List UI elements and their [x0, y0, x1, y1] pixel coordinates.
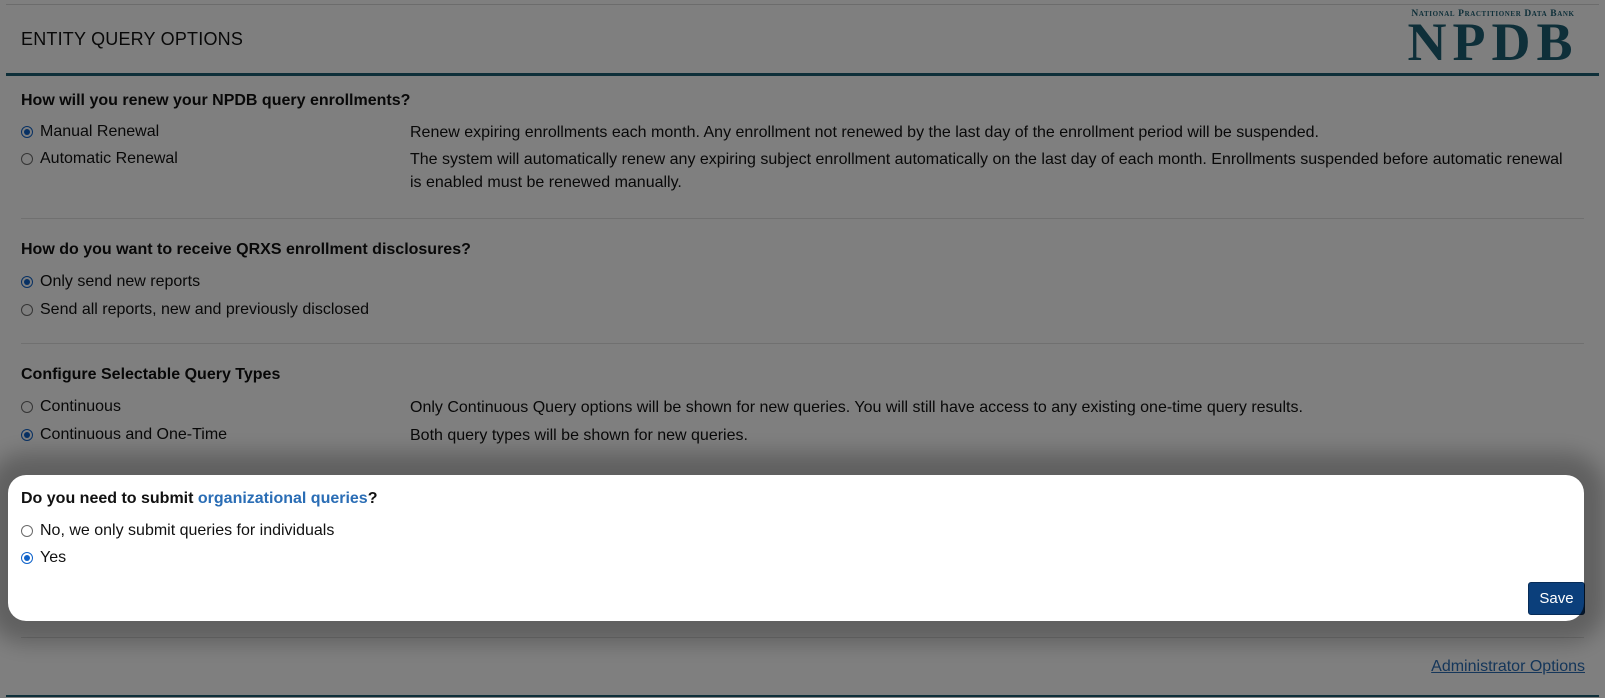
- org-queries-question-prefix: Do you need to submit: [21, 490, 198, 507]
- org-queries-section: Do you need to submit organizational que…: [21, 489, 1584, 579]
- manual-renewal-label: Manual Renewal: [40, 123, 160, 140]
- continuous-radio[interactable]: [21, 401, 33, 413]
- automatic-renewal-description: The system will automatically renew any …: [410, 151, 1563, 191]
- renewal-section: How will you renew your NPDB query enrol…: [21, 91, 1584, 191]
- only-new-reports-label: Only send new reports: [40, 273, 201, 290]
- organizational-queries-link[interactable]: organizational queries: [198, 490, 368, 507]
- query-types-question: Configure Selectable Query Types: [21, 366, 281, 383]
- logo-wordmark: NPDB: [1407, 12, 1579, 72]
- individuals-only-radio[interactable]: [21, 525, 33, 537]
- manual-renewal-radio[interactable]: [21, 126, 33, 138]
- org-queries-question-suffix: ?: [367, 490, 378, 507]
- individuals-only-label: No, we only submit queries for individua…: [40, 522, 335, 539]
- all-reports-radio[interactable]: [21, 304, 33, 316]
- continuous-description: Only Continuous Query options will be sh…: [410, 399, 1303, 416]
- yes-option[interactable]: Yes: [21, 547, 66, 569]
- org-queries-question: Do you need to submit organizational que…: [21, 489, 1584, 509]
- continuous-option[interactable]: Continuous: [21, 396, 121, 418]
- entity-query-options-page: ENTITY QUERY OPTIONS National Practition…: [0, 0, 1605, 698]
- manual-renewal-option[interactable]: Manual Renewal: [21, 121, 159, 143]
- yes-label: Yes: [40, 549, 67, 566]
- disclosures-question: How do you want to receive QRXS enrollme…: [21, 241, 471, 258]
- automatic-renewal-option[interactable]: Automatic Renewal: [21, 148, 178, 170]
- section-divider: [21, 343, 1584, 344]
- page-header: ENTITY QUERY OPTIONS National Practition…: [6, 5, 1599, 76]
- query-types-section: Configure Selectable Query Types Continu…: [21, 365, 1584, 445]
- disclosures-section: How do you want to receive QRXS enrollme…: [21, 240, 1584, 320]
- save-button[interactable]: Save: [1528, 582, 1585, 615]
- continuous-one-time-description: Both query types will be shown for new q…: [410, 427, 748, 444]
- automatic-renewal-radio[interactable]: [21, 153, 33, 165]
- renewal-question: How will you renew your NPDB query enrol…: [21, 92, 411, 109]
- section-divider: [21, 218, 1584, 219]
- npdb-logo: National Practitioner Data Bank NPDB: [1403, 9, 1583, 72]
- page-title: ENTITY QUERY OPTIONS: [21, 29, 244, 49]
- continuous-label: Continuous: [40, 398, 121, 415]
- only-new-reports-radio[interactable]: [21, 276, 33, 288]
- continuous-one-time-label: Continuous and One-Time: [40, 426, 228, 443]
- continuous-one-time-option[interactable]: Continuous and One-Time: [21, 424, 227, 446]
- continuous-one-time-radio[interactable]: [21, 429, 33, 441]
- manual-renewal-description: Renew expiring enrollments each month. A…: [410, 124, 1319, 141]
- bottom-divider: [6, 695, 1599, 697]
- yes-radio[interactable]: [21, 552, 33, 564]
- all-reports-option[interactable]: Send all reports, new and previously dis…: [21, 299, 369, 321]
- only-new-reports-option[interactable]: Only send new reports: [21, 271, 200, 293]
- all-reports-label: Send all reports, new and previously dis…: [40, 301, 370, 318]
- administrator-options-link[interactable]: Administrator Options: [1431, 658, 1585, 676]
- section-divider: [21, 637, 1584, 638]
- automatic-renewal-label: Automatic Renewal: [40, 150, 178, 167]
- individuals-only-option[interactable]: No, we only submit queries for individua…: [21, 520, 334, 542]
